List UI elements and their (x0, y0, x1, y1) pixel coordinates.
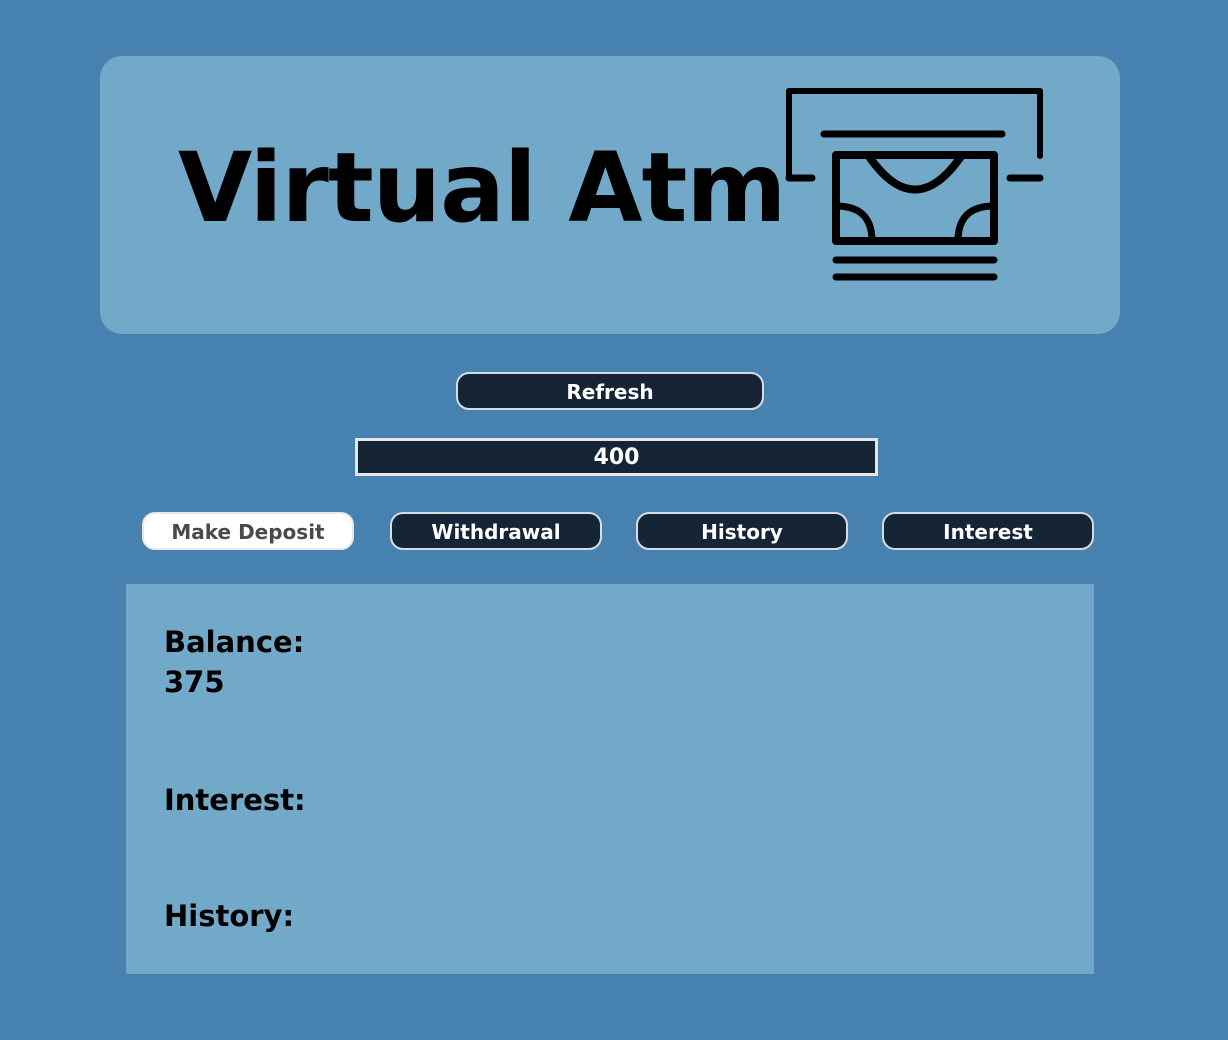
history-label: History: (164, 899, 295, 933)
header-banner: Virtual Atm (100, 56, 1120, 334)
account-info-panel: Balance: 375 Interest: History: (126, 584, 1094, 974)
balance-value: 375 (164, 665, 225, 699)
withdrawal-button[interactable]: Withdrawal (390, 512, 602, 550)
balance-label: Balance: (164, 625, 305, 659)
refresh-button[interactable]: Refresh (456, 372, 764, 410)
interest-button[interactable]: Interest (882, 512, 1094, 550)
atm-cash-icon (785, 88, 1044, 281)
interest-label: Interest: (164, 783, 306, 817)
amount-input[interactable] (355, 438, 878, 476)
app-title: Virtual Atm (178, 132, 786, 244)
make-deposit-button[interactable]: Make Deposit (142, 512, 354, 550)
history-button[interactable]: History (636, 512, 848, 550)
